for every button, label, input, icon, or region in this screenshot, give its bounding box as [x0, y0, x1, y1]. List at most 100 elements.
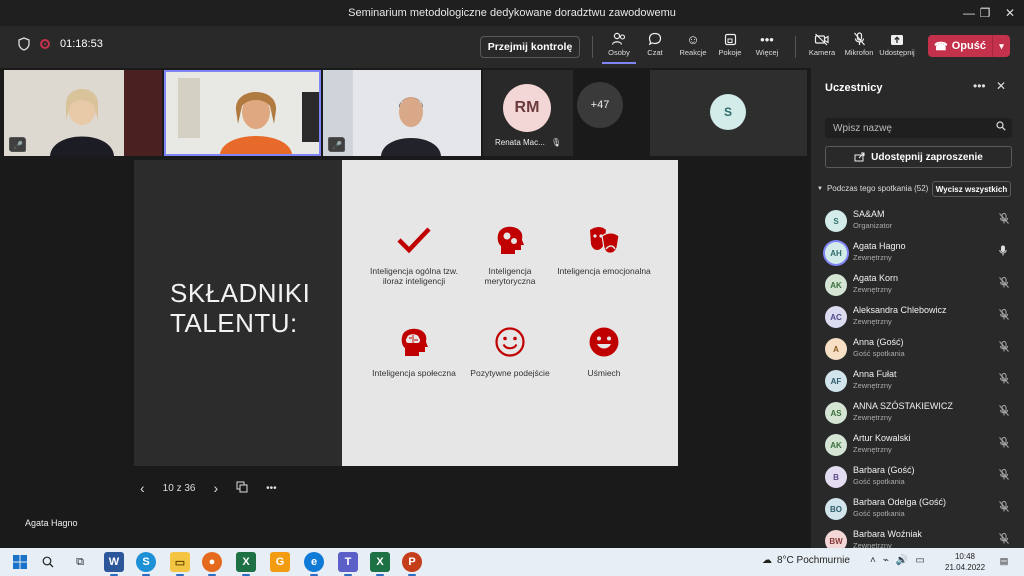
presenter-name: Agata Hagno: [25, 518, 78, 528]
mic-muted-icon[interactable]: [999, 437, 1009, 451]
reactions-icon: ☺: [686, 31, 700, 47]
camera-off-icon: [814, 30, 830, 48]
share-invite-button[interactable]: Udostępnij zaproszenie: [825, 146, 1012, 168]
mic-muted-icon: 🎤: [329, 138, 345, 152]
mic-on-icon[interactable]: [999, 245, 1007, 259]
video-tile-participant-s[interactable]: S: [650, 70, 807, 156]
mic-muted-icon[interactable]: [999, 277, 1009, 291]
cloud-icon: ☁: [762, 555, 772, 566]
overflow-count[interactable]: +47: [577, 82, 623, 128]
weather-widget[interactable]: ☁ 8°C Pochmurnie: [762, 555, 850, 566]
participant-row[interactable]: AH Agata Hagno Zewnętrzny: [811, 236, 1024, 268]
clock-date: 21.04.2022: [945, 563, 986, 572]
powerpoint-icon[interactable]: P: [402, 552, 422, 576]
word-icon[interactable]: W: [104, 552, 124, 576]
firefox-icon[interactable]: ●: [202, 552, 222, 576]
video-tile-active-speaker[interactable]: [164, 70, 321, 156]
slide-feature: Inteligencja merytoryczna: [462, 222, 558, 286]
close-window-icon[interactable]: ✕: [995, 0, 1024, 26]
excel-icon[interactable]: X: [236, 552, 256, 576]
mic-muted-icon[interactable]: [999, 405, 1009, 419]
file-explorer-icon[interactable]: ▭: [170, 552, 190, 576]
network-icon[interactable]: ⌁: [883, 555, 889, 566]
windows-start-icon[interactable]: [10, 552, 30, 572]
mic-muted-icon[interactable]: [999, 309, 1009, 323]
video-tile-overflow[interactable]: +47: [575, 70, 637, 156]
teams-icon[interactable]: T: [338, 552, 358, 576]
app-g-icon[interactable]: G: [270, 552, 290, 572]
mic-muted-icon[interactable]: [999, 501, 1009, 515]
participant-row[interactable]: AC Aleksandra Chlebowicz Zewnętrzny: [811, 300, 1024, 332]
people-button[interactable]: Osoby: [602, 30, 636, 64]
camera-label: Kamera: [808, 48, 836, 57]
rooms-button[interactable]: Pokoje: [713, 30, 747, 64]
participant-row[interactable]: AK Agata Korn Zewnętrzny: [811, 268, 1024, 300]
section-label: Podczas tego spotkania (52): [826, 184, 929, 193]
chat-button[interactable]: Czat: [638, 30, 672, 64]
participant-row[interactable]: B Barbara (Gość) Gość spotkania: [811, 460, 1024, 492]
system-clock[interactable]: 10:48 21.04.2022: [945, 551, 985, 573]
window-title-bar: Seminarium metodologiczne dedykowane dor…: [0, 0, 1024, 26]
chevron-up-icon[interactable]: ˄: [870, 555, 876, 566]
avatar: S: [825, 210, 847, 232]
mic-muted-icon[interactable]: [999, 469, 1009, 483]
chevron-down-icon[interactable]: ▾: [992, 35, 1010, 57]
participants-section-header[interactable]: ▼ Podczas tego spotkania (52): [817, 184, 928, 193]
participant-name: Anna (Gość): [853, 337, 904, 347]
mic-muted-icon[interactable]: [999, 213, 1009, 227]
slide-navigation: ‹ 10 z 36 › •••: [140, 480, 277, 496]
leave-button[interactable]: ☎ Opuść ▾: [928, 35, 1010, 57]
mic-muted-icon[interactable]: [999, 373, 1009, 387]
participant-role: Zewnętrzny: [853, 253, 892, 262]
share-invite-icon: [854, 152, 865, 162]
video-tile-renata[interactable]: RM Renata Mac... 🎙: [483, 70, 573, 156]
task-view-icon[interactable]: ⧉: [70, 552, 90, 572]
mic-muted-icon[interactable]: [999, 533, 1009, 547]
participant-row[interactable]: AK Artur Kowalski Zewnętrzny: [811, 428, 1024, 460]
avatar: BO: [825, 498, 847, 520]
search-icon[interactable]: [38, 552, 58, 572]
microphone-button[interactable]: Mikrofon: [842, 30, 876, 64]
excel-icon[interactable]: X: [370, 552, 390, 576]
theater-masks-icon: [556, 222, 652, 258]
participant-search-input[interactable]: Wpisz nazwę: [825, 118, 1012, 138]
slide-grid-icon[interactable]: [236, 481, 248, 496]
panel-more-icon[interactable]: •••: [973, 79, 986, 93]
participant-row[interactable]: A Anna (Gość) Gość spotkania: [811, 332, 1024, 364]
slide-title: SKŁADNIKI TALENTU:: [170, 278, 311, 338]
video-tile-participant-1[interactable]: 🎤: [4, 70, 162, 156]
video-tile-participant-3[interactable]: 🎤: [323, 70, 481, 156]
camera-button[interactable]: Kamera: [805, 30, 839, 64]
participant-row[interactable]: AS ANNA SZÓSTAKIEWICZ Zewnętrzny: [811, 396, 1024, 428]
mic-muted-icon[interactable]: [999, 341, 1009, 355]
avatar: AS: [825, 402, 847, 424]
share-button[interactable]: Udostępnij: [879, 30, 915, 64]
avatar: AK: [825, 274, 847, 296]
more-button[interactable]: ••• Więcej: [750, 30, 784, 64]
battery-icon[interactable]: ▭: [915, 555, 924, 566]
volume-icon[interactable]: 🔊: [896, 555, 908, 566]
chat-label: Czat: [647, 48, 663, 57]
phone-hangup-icon: ☎: [934, 40, 948, 53]
slide-feature: Uśmiech: [556, 324, 652, 378]
notifications-icon[interactable]: ▤: [996, 553, 1012, 569]
close-panel-icon[interactable]: ✕: [996, 79, 1006, 93]
skype-icon[interactable]: S: [136, 552, 156, 576]
participant-row[interactable]: BO Barbara Odelga (Gość) Gość spotkania: [811, 492, 1024, 524]
participant-row[interactable]: BW Barbara Woźniak Zewnętrzny: [811, 524, 1024, 548]
feature-label: Inteligencja merytoryczna: [484, 266, 536, 286]
take-control-button[interactable]: Przejmij kontrolę: [480, 36, 580, 58]
participant-role: Zewnętrzny: [853, 541, 892, 548]
slide-more-icon[interactable]: •••: [266, 483, 277, 494]
toolbar-divider: [795, 36, 796, 58]
edge-icon[interactable]: e: [304, 552, 324, 576]
avatar: RM: [503, 84, 551, 132]
mute-all-button[interactable]: Wycisz wszystkich: [932, 181, 1011, 197]
participant-video-image: [323, 70, 481, 156]
participant-row[interactable]: AF Anna Fułat Zewnętrzny: [811, 364, 1024, 396]
checkmark-icon: [366, 222, 462, 258]
participant-row[interactable]: S SA&AM Organizator: [811, 204, 1024, 236]
previous-slide-icon[interactable]: ‹: [140, 480, 145, 496]
reactions-button[interactable]: ☺ Reakcje: [676, 30, 710, 64]
next-slide-icon[interactable]: ›: [213, 480, 218, 496]
